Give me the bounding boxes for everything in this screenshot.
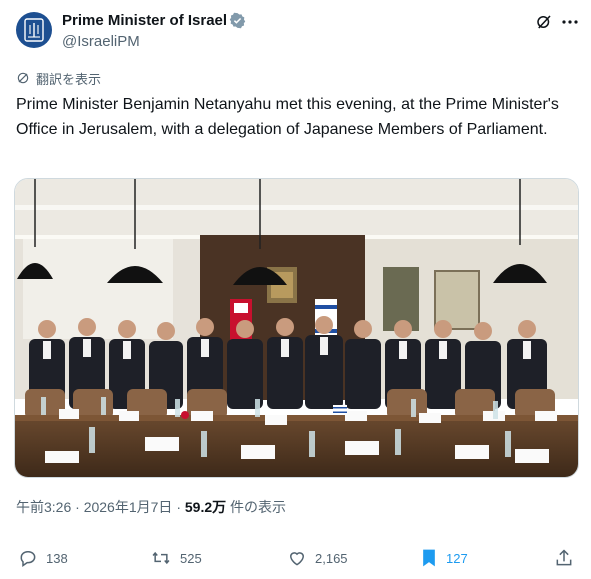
more-button[interactable] xyxy=(560,12,580,32)
repost-count: 525 xyxy=(180,550,202,566)
meeting-photo xyxy=(15,179,578,477)
reply-icon xyxy=(20,551,36,567)
bookmark-count: 127 xyxy=(446,550,468,566)
like-icon xyxy=(289,552,305,566)
post-meta: 午前3:26 · 2026年1月7日 · 59.2万 件の表示 xyxy=(16,497,286,517)
meta-separator: · xyxy=(75,499,80,515)
reply-button[interactable]: 138 xyxy=(18,547,68,569)
post: Prime Minister of Israel @IsraeliPM 翻訳を表… xyxy=(0,0,591,579)
post-text: Prime Minister Benjamin Netanyahu met th… xyxy=(16,96,559,138)
post-date[interactable]: 2026年1月7日 xyxy=(84,499,173,515)
more-icon xyxy=(562,20,578,24)
translate-label: 翻訳を表示 xyxy=(36,71,102,87)
views-count: 59.2万 xyxy=(184,499,227,515)
repost-button[interactable]: 525 xyxy=(150,547,202,569)
emblem-icon xyxy=(24,18,44,42)
like-button[interactable]: 2,165 xyxy=(287,547,348,569)
action-bar: 138 525 2,165 127 xyxy=(0,543,591,573)
post-time[interactable]: 午前3:26 xyxy=(16,499,71,515)
avatar[interactable] xyxy=(16,12,52,48)
views-label: 件の表示 xyxy=(230,499,287,515)
share-button[interactable] xyxy=(554,547,574,569)
repost-icon xyxy=(152,551,170,565)
author-handle[interactable]: @IsraeliPM xyxy=(62,33,140,50)
author-name[interactable]: Prime Minister of Israel xyxy=(62,12,227,29)
bookmark-icon xyxy=(423,549,435,567)
share-icon xyxy=(556,549,572,566)
post-photo[interactable] xyxy=(14,178,579,478)
meta-separator: · xyxy=(176,499,181,515)
verified-badge-icon xyxy=(229,12,246,29)
grok-icon[interactable] xyxy=(535,13,553,31)
translate-icon xyxy=(17,72,29,84)
like-count: 2,165 xyxy=(315,550,348,566)
bookmark-button[interactable]: 127 xyxy=(420,547,468,569)
reply-count: 138 xyxy=(46,550,68,566)
translate-link[interactable]: 翻訳を表示 xyxy=(16,69,101,87)
